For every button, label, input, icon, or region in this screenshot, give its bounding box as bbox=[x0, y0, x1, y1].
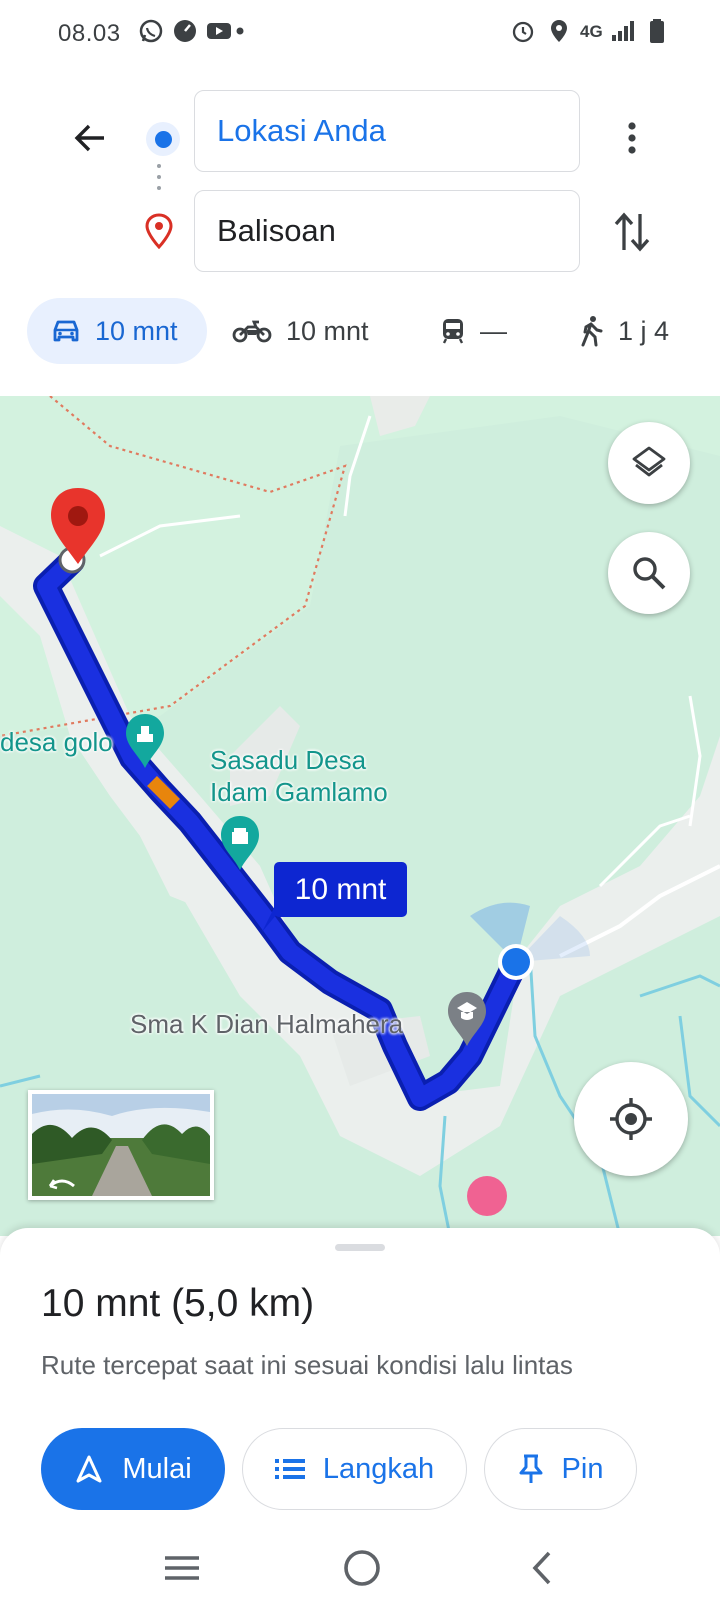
origin-dot-icon bbox=[146, 122, 180, 156]
layers-icon bbox=[632, 446, 666, 477]
mode-motorcycle-label: 10 mnt bbox=[286, 315, 369, 346]
map-label-poi-line1: Sasadu Desa bbox=[210, 745, 367, 775]
battery-icon bbox=[650, 19, 664, 43]
whatsapp-icon bbox=[139, 19, 163, 43]
signal-icon bbox=[612, 21, 634, 41]
walk-icon bbox=[581, 316, 603, 347]
home-button[interactable] bbox=[334, 1544, 390, 1592]
route-time-bubble[interactable]: 10 mnt bbox=[274, 862, 407, 917]
arrow-back-icon bbox=[74, 124, 104, 152]
route-connector-dots bbox=[157, 164, 161, 198]
pin-icon bbox=[519, 1454, 543, 1483]
layers-button[interactable] bbox=[608, 422, 690, 504]
mode-tab-transit[interactable]: — bbox=[440, 298, 507, 364]
route-summary-description: Rute tercepat saat ini sesuai kondisi la… bbox=[41, 1350, 573, 1380]
origin-input[interactable]: Lokasi Anda bbox=[194, 90, 580, 172]
steps-button[interactable]: Langkah bbox=[242, 1428, 467, 1510]
motorcycle-icon bbox=[232, 320, 272, 343]
more-vert-icon bbox=[628, 122, 636, 154]
swap-vert-icon bbox=[614, 212, 650, 252]
speedometer-icon bbox=[174, 20, 196, 42]
mode-tab-car[interactable]: 10 mnt bbox=[27, 298, 207, 364]
status-bar: 08.03 4G bbox=[0, 0, 720, 66]
swap-locations-button[interactable] bbox=[608, 206, 656, 258]
map-label-school: Sma K Dian Halmahera bbox=[130, 1009, 404, 1039]
route-bubble-pointer bbox=[262, 908, 282, 932]
navigation-arrow-icon bbox=[76, 1455, 102, 1483]
start-navigation-label: Mulai bbox=[122, 1452, 192, 1485]
list-icon bbox=[274, 1459, 305, 1479]
my-location-button[interactable] bbox=[574, 1062, 688, 1176]
directions-header: Lokasi Anda Balisoan 10 mnt 10 mnt — 1 j… bbox=[0, 66, 720, 396]
mode-tab-motorcycle[interactable]: 10 mnt bbox=[232, 298, 369, 364]
mode-tab-walk[interactable]: 1 j 4 bbox=[578, 298, 669, 364]
street-view-image bbox=[32, 1094, 210, 1196]
destination-pin-icon bbox=[145, 213, 173, 249]
map-label-place: desa golo bbox=[0, 727, 113, 757]
travel-mode-tabs: 10 mnt 10 mnt — 1 j 4 bbox=[0, 298, 720, 364]
more-options-button[interactable] bbox=[612, 110, 652, 166]
status-time: 08.03 bbox=[58, 20, 121, 47]
mode-car-label: 10 mnt bbox=[95, 315, 178, 346]
recent-apps-icon bbox=[165, 1556, 199, 1580]
street-view-thumbnail[interactable] bbox=[28, 1090, 214, 1200]
map-view[interactable]: desa golo Sasadu Desa Idam Gamlamo Sma K… bbox=[0, 396, 720, 1236]
home-circle-icon bbox=[344, 1550, 380, 1586]
map-label-poi-line2: Idam Gamlamo bbox=[210, 777, 388, 807]
mode-transit-label: — bbox=[480, 315, 507, 346]
car-icon bbox=[53, 320, 79, 342]
youtube-icon bbox=[207, 23, 231, 39]
pin-label: Pin bbox=[561, 1452, 604, 1485]
train-icon bbox=[442, 319, 464, 344]
my-location-icon bbox=[610, 1098, 652, 1140]
steps-label: Langkah bbox=[322, 1452, 435, 1485]
start-navigation-button[interactable]: Mulai bbox=[41, 1428, 225, 1510]
network-type: 4G bbox=[580, 22, 603, 41]
recent-apps-button[interactable] bbox=[154, 1544, 210, 1592]
system-back-button[interactable] bbox=[514, 1544, 570, 1592]
system-navigation-bar bbox=[0, 1528, 720, 1612]
route-summary-title: 10 mnt (5,0 km) bbox=[41, 1282, 315, 1325]
location-icon bbox=[551, 20, 567, 42]
back-button[interactable] bbox=[62, 110, 118, 166]
more-notifications-icon bbox=[236, 27, 244, 35]
chevron-left-icon bbox=[532, 1551, 551, 1585]
destination-input[interactable]: Balisoan bbox=[194, 190, 580, 272]
alarm-icon bbox=[512, 21, 534, 43]
mode-walk-label: 1 j 4 bbox=[618, 315, 670, 346]
sheet-drag-handle[interactable] bbox=[335, 1244, 385, 1251]
search-along-route-button[interactable] bbox=[608, 532, 690, 614]
search-icon bbox=[633, 557, 666, 590]
pin-button[interactable]: Pin bbox=[484, 1428, 637, 1510]
